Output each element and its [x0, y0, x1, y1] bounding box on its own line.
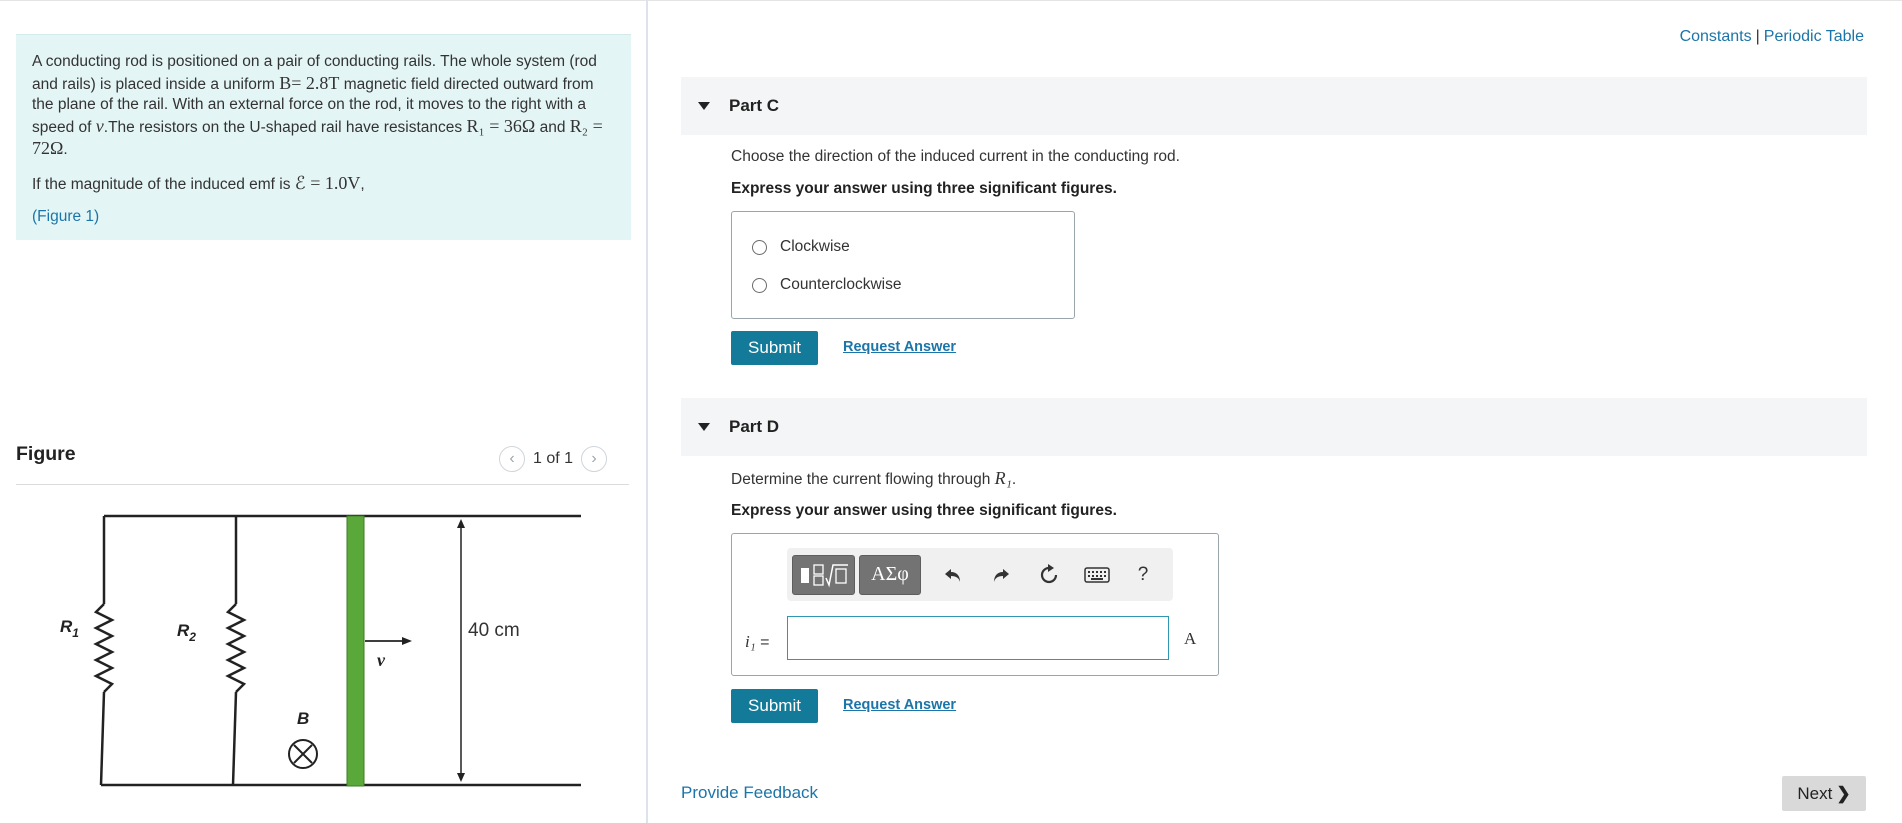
r2-subscript: 2 — [188, 630, 196, 644]
constants-link[interactable]: Constants — [1680, 28, 1752, 45]
math-toolbar: ΑΣφ ? — [787, 548, 1173, 601]
emf-expression: ℰ = 1.0V — [294, 172, 361, 193]
keyboard-icon[interactable] — [1083, 563, 1111, 587]
radio-counterclockwise[interactable] — [752, 277, 767, 293]
caret-down-icon — [698, 423, 710, 431]
option-clockwise[interactable]: Clockwise — [752, 238, 850, 256]
redo-icon[interactable] — [989, 563, 1013, 587]
and-text: and — [535, 118, 570, 136]
resistor-r1 — [93, 603, 115, 693]
unit-label: A — [1184, 629, 1197, 648]
figure-title: Figure — [16, 443, 76, 465]
answer-variable: i₁ = — [745, 632, 769, 652]
periodic-table-link[interactable]: Periodic Table — [1764, 28, 1864, 45]
variable-symbol: i₁ — [745, 632, 756, 651]
problem-text: A conducting rod is positioned on a pair… — [32, 52, 615, 161]
part-c-header[interactable]: Part C — [681, 77, 1867, 135]
part-d-question-prefix: Determine the current flowing through — [731, 471, 995, 488]
part-d-question-variable: R₁ — [994, 468, 1012, 488]
chevron-left-icon[interactable]: ‹ — [499, 446, 525, 472]
provide-feedback-link[interactable]: Provide Feedback — [681, 783, 818, 803]
chevron-right-icon: ❯ — [1836, 783, 1851, 803]
problem-text-part3: .The resistors on the U-shaped rail have… — [103, 118, 467, 136]
part-c-question: Choose the direction of the induced curr… — [731, 148, 1180, 165]
field-into-page-icon — [288, 739, 318, 769]
part-d-request-answer-link[interactable]: Request Answer — [843, 697, 956, 713]
part-d-submit-button[interactable]: Submit — [731, 689, 818, 723]
r1-label: R — [60, 617, 73, 636]
reset-icon[interactable] — [1037, 563, 1061, 587]
math-templates-icon[interactable] — [792, 554, 855, 595]
figure-pagination: ‹ 1 of 1 › — [499, 446, 608, 472]
width-label: 40 cm — [468, 620, 520, 641]
r1-subscript: 1 — [72, 626, 79, 640]
greek-symbols-button[interactable]: ΑΣφ — [859, 554, 921, 595]
radio-clockwise[interactable] — [752, 239, 767, 255]
chevron-right-icon[interactable]: › — [581, 446, 608, 472]
link-separator: | — [1755, 28, 1760, 45]
part-d-title: Part D — [729, 417, 780, 436]
r1-expression: R₁ = 36Ω — [466, 115, 536, 136]
direction-options: Clockwise Counterclockwise — [731, 211, 1075, 319]
field-label: B — [297, 709, 309, 728]
field-expression: B= 2.8T — [279, 72, 340, 93]
equals-sign: = — [760, 634, 770, 651]
r2-label: R — [177, 621, 190, 640]
part-d-question-suffix: . — [1011, 471, 1017, 488]
emf-prefix: If the magnitude of the induced emf is — [32, 175, 295, 193]
top-border — [0, 0, 1902, 1]
svg-text:R2: R2 — [177, 621, 196, 644]
part-c-request-answer-link[interactable]: Request Answer — [843, 339, 956, 355]
conducting-rod — [346, 515, 365, 787]
svg-text:R1: R1 — [60, 617, 79, 640]
part-d-header[interactable]: Part D — [681, 398, 1867, 456]
part-c-title: Part C — [729, 96, 780, 115]
figure-count: 1 of 1 — [533, 450, 574, 467]
next-button[interactable]: Next ❯ — [1782, 776, 1866, 811]
problem-statement: A conducting rod is positioned on a pair… — [16, 34, 631, 240]
emf-suffix: , — [360, 175, 365, 193]
period: . — [63, 141, 68, 158]
emf-statement: If the magnitude of the induced emf is ℰ… — [32, 173, 615, 196]
figure-link[interactable]: (Figure 1) — [32, 207, 615, 228]
column-divider — [646, 0, 648, 823]
undo-icon[interactable] — [941, 563, 965, 587]
circuit-diagram: R1 R2 v B 40 cm — [60, 514, 581, 787]
current-answer-input[interactable] — [787, 616, 1169, 660]
part-d-question: Determine the current flowing through R₁… — [731, 468, 1016, 489]
caret-down-icon — [698, 102, 710, 110]
next-label: Next — [1797, 783, 1833, 803]
part-d-instruction: Express your answer using three signific… — [731, 502, 1117, 519]
resistor-r2 — [225, 603, 247, 693]
top-links: Constants | Periodic Table — [1680, 28, 1864, 46]
help-button[interactable]: ? — [1131, 563, 1155, 587]
option-counterclockwise-label: Counterclockwise — [780, 276, 902, 293]
velocity-symbol: v — [95, 115, 104, 136]
answer-box: ΑΣφ ? i₁ = A — [731, 533, 1219, 676]
velocity-label: v — [377, 650, 386, 670]
figure-divider — [16, 484, 629, 485]
option-clockwise-label: Clockwise — [780, 238, 850, 255]
part-c-instruction: Express your answer using three signific… — [731, 180, 1117, 197]
option-counterclockwise[interactable]: Counterclockwise — [752, 276, 901, 294]
part-c-submit-button[interactable]: Submit — [731, 331, 818, 365]
